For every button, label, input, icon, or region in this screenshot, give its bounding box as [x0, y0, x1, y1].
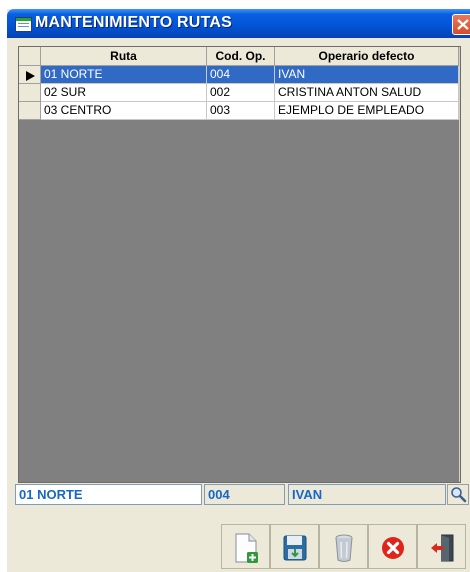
cell-ruta[interactable]: 01 NORTE — [41, 66, 207, 84]
ruta-field[interactable]: 01 NORTE — [15, 484, 202, 505]
delete-button[interactable] — [319, 524, 368, 569]
close-icon — [457, 19, 469, 30]
current-row-arrow-icon — [26, 71, 35, 81]
cancel-button[interactable] — [368, 524, 417, 569]
row-indicator[interactable] — [19, 102, 41, 120]
cell-operario[interactable]: IVAN — [275, 66, 459, 84]
cell-operario[interactable]: CRISTINA ANTON SALUD — [275, 84, 459, 102]
new-button[interactable] — [221, 524, 270, 569]
row-indicator[interactable] — [19, 84, 41, 102]
save-button[interactable] — [270, 524, 319, 569]
trash-bin-icon — [335, 534, 353, 562]
header-corner — [19, 47, 41, 66]
app-window: MANTENIMIENTO RUTAS Ruta Cod. Op. Operar… — [7, 9, 470, 572]
cancel-icon — [382, 537, 404, 559]
window-title: MANTENIMIENTO RUTAS — [35, 14, 232, 31]
cell-ruta[interactable]: 02 SUR — [41, 84, 207, 102]
cell-cod-op[interactable]: 004 — [207, 66, 275, 84]
close-button[interactable] — [452, 14, 470, 35]
lookup-button[interactable] — [447, 484, 469, 505]
save-icon — [283, 535, 307, 561]
operario-field: IVAN — [288, 484, 446, 505]
column-header-cod-op[interactable]: Cod. Op. — [207, 47, 275, 66]
cell-cod-op[interactable]: 002 — [207, 84, 275, 102]
scroll-down-button[interactable] — [460, 465, 461, 482]
row-indicator[interactable] — [19, 66, 41, 84]
scroll-thumb[interactable] — [460, 64, 461, 234]
cod-op-field[interactable]: 004 — [204, 484, 285, 505]
vertical-scrollbar[interactable] — [459, 47, 461, 482]
column-header-ruta[interactable]: Ruta — [41, 47, 207, 66]
title-bar[interactable]: MANTENIMIENTO RUTAS — [7, 9, 470, 38]
scroll-up-button[interactable] — [460, 47, 461, 64]
cell-ruta[interactable]: 03 CENTRO — [41, 102, 207, 120]
cell-cod-op[interactable]: 003 — [207, 102, 275, 120]
cell-operario[interactable]: EJEMPLO DE EMPLEADO — [275, 102, 459, 120]
exit-button[interactable] — [417, 524, 466, 569]
magnifier-icon — [451, 487, 467, 503]
exit-door-icon — [431, 534, 454, 562]
app-window-icon — [15, 17, 32, 32]
column-header-operario[interactable]: Operario defecto — [275, 47, 459, 66]
new-document-icon — [235, 533, 258, 563]
routes-grid[interactable]: Ruta Cod. Op. Operario defecto 01 NORTE … — [18, 46, 461, 483]
